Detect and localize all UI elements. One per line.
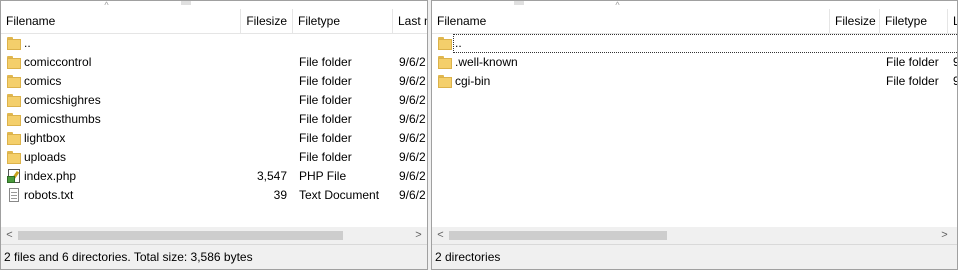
file-modified: 9/6/2 (399, 188, 426, 202)
folder-icon (7, 74, 21, 88)
folder-icon (7, 93, 21, 107)
file-modified: 9/6/2 (399, 93, 426, 107)
file-size: 39 (273, 188, 287, 202)
file-name: lightbox (24, 131, 66, 145)
folder-icon (7, 112, 21, 126)
remote-status-text: 2 directories (435, 250, 501, 264)
file-modified: 9/6/2 (399, 131, 426, 145)
folder-icon (7, 36, 21, 50)
file-type: Text Document (299, 188, 380, 202)
folder-icon (7, 131, 21, 145)
file-name: .well-known (455, 55, 518, 69)
file-type: PHP File (299, 169, 347, 183)
pane-top-edge (1, 1, 427, 7)
file-name: comicsthumbs (24, 112, 101, 126)
local-file-list: .. comiccontrol File folder 9/6/2 comics… (1, 34, 427, 205)
remote-col-filename[interactable]: Filename (432, 9, 830, 33)
file-type: File folder (299, 74, 352, 88)
file-modified: 9/6/2 (399, 112, 426, 126)
file-type: File folder (299, 150, 352, 164)
local-col-filetype[interactable]: Filetype (293, 9, 393, 33)
file-row[interactable]: comics File folder 9/6/2 (1, 72, 427, 91)
remote-col-filetype[interactable]: Filetype (880, 9, 948, 33)
file-row[interactable]: .. (1, 34, 427, 53)
sort-ascending-icon: ^ (615, 0, 620, 10)
file-row[interactable]: .well-known File folder 9 (432, 53, 957, 72)
file-modified: 9/6/2 (399, 150, 426, 164)
file-name: .. (453, 34, 957, 53)
scroll-left-arrow-icon[interactable]: < (1, 227, 18, 244)
toolbar-edge-mark (181, 1, 191, 5)
file-name: .. (24, 36, 31, 50)
local-file-pane: ^ Filename Filesize Filetype Last modifi… (0, 0, 428, 270)
remote-file-list: .. .well-known File folder 9 cgi-bin Fil… (432, 34, 957, 91)
text-file-icon (7, 188, 21, 202)
remote-col-last-modified[interactable]: Last modified (948, 9, 957, 33)
folder-icon (7, 150, 21, 164)
file-type: File folder (886, 55, 939, 69)
file-row[interactable]: uploads File folder 9/6/2 (1, 148, 427, 167)
file-row[interactable]: lightbox File folder 9/6/2 (1, 129, 427, 148)
scroll-thumb[interactable] (18, 231, 343, 240)
pane-top-edge (432, 1, 957, 7)
sort-ascending-icon: ^ (104, 0, 109, 10)
file-row[interactable]: robots.txt 39 Text Document 9/6/2 (1, 186, 427, 205)
file-row[interactable]: comicshighres File folder 9/6/2 (1, 91, 427, 110)
file-type: File folder (886, 74, 939, 88)
file-name: cgi-bin (455, 74, 491, 88)
file-name: comicshighres (24, 93, 101, 107)
remote-col-filesize[interactable]: Filesize (830, 9, 880, 33)
scroll-thumb[interactable] (449, 231, 667, 240)
toolbar-edge-mark (514, 1, 524, 5)
file-modified: 9 (953, 53, 957, 72)
file-row[interactable]: .. (432, 34, 957, 53)
folder-icon (438, 74, 452, 88)
file-type: File folder (299, 55, 352, 69)
file-name: comics (24, 74, 62, 88)
local-col-last-modified[interactable]: Last modified (393, 9, 427, 33)
file-name: uploads (24, 150, 67, 164)
file-row[interactable]: comicsthumbs File folder 9/6/2 (1, 110, 427, 129)
remote-file-pane: ^ Filename Filesize Filetype Last modifi… (431, 0, 958, 270)
scroll-left-arrow-icon[interactable]: < (432, 227, 449, 244)
local-status-text: 2 files and 6 directories. Total size: 3… (4, 250, 253, 264)
file-name: index.php (24, 169, 77, 183)
local-column-header: ^ Filename Filesize Filetype Last modifi… (1, 1, 427, 34)
scroll-right-arrow-icon[interactable]: > (936, 227, 953, 244)
file-modified: 9 (953, 72, 957, 91)
remote-status-bar: 2 directories (432, 244, 957, 269)
file-size: 3,547 (256, 169, 287, 183)
file-type: File folder (299, 131, 352, 145)
local-horizontal-scrollbar[interactable]: < > (1, 227, 427, 244)
local-status-bar: 2 files and 6 directories. Total size: 3… (1, 244, 427, 269)
folder-icon (7, 55, 21, 69)
remote-horizontal-scrollbar[interactable]: < > (432, 227, 957, 244)
file-row[interactable]: comiccontrol File folder 9/6/2 (1, 53, 427, 72)
file-type: File folder (299, 112, 352, 126)
file-modified: 9/6/2 (399, 169, 426, 183)
scroll-right-arrow-icon[interactable]: > (410, 227, 427, 244)
local-col-filesize[interactable]: Filesize (241, 9, 293, 33)
folder-icon (438, 36, 452, 50)
file-row[interactable]: cgi-bin File folder 9 (432, 72, 957, 91)
folder-icon (438, 55, 452, 69)
php-file-icon (7, 169, 21, 183)
local-col-filename[interactable]: Filename (1, 9, 241, 33)
remote-column-header: ^ Filename Filesize Filetype Last modifi… (432, 1, 957, 34)
file-modified: 9/6/2 (399, 74, 426, 88)
file-modified: 9/6/2 (399, 55, 426, 69)
file-name: robots.txt (24, 188, 74, 202)
file-row[interactable]: index.php 3,547 PHP File 9/6/2 (1, 167, 427, 186)
file-type: File folder (299, 93, 352, 107)
file-name: comiccontrol (24, 55, 92, 69)
